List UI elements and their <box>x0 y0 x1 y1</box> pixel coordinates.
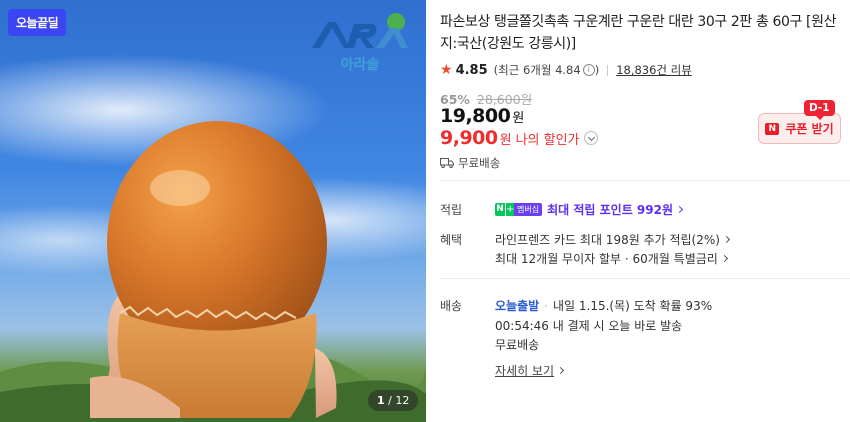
delivery-row: 오늘출발 · 내일 1.15.(목) 도착 확률 93% <box>495 298 713 314</box>
details-link[interactable]: 자세히 보기 <box>495 362 554 379</box>
divider <box>607 64 609 76</box>
delivery-fee: 무료배송 <box>495 338 540 352</box>
price-unit: 원 <box>512 111 525 126</box>
points-label: 적립 <box>440 203 463 217</box>
my-price-label: 나의 할인가 <box>515 133 580 148</box>
naver-n-icon: N <box>495 203 505 216</box>
sale-price: 19,800 <box>440 105 511 127</box>
image-page-counter: 1 / 12 <box>368 390 419 411</box>
product-title: 파손보상 탱글쫄깃촉촉 구운계란 구운란 대란 30구 2판 총 60구 [원산… <box>440 14 837 52</box>
naver-membership-badge: N + 멤버십 <box>495 203 543 216</box>
rating-recent: (최근 6개월 4.84 <box>493 63 581 77</box>
page-total: 12 <box>395 394 410 407</box>
coupon-label: 쿠폰 받기 <box>785 122 834 136</box>
chevron-right-icon <box>720 254 728 263</box>
section-divider <box>440 180 850 181</box>
delivery-label: 배송 <box>440 299 463 313</box>
chevron-right-icon <box>722 235 730 244</box>
benefit-card-text: 라인프렌즈 카드 최대 198원 추가 적립(2%) <box>495 233 720 247</box>
product-image[interactable]: 오늘끝딜 아라솔 1 / 12 <box>0 0 426 422</box>
benefit-label: 혜택 <box>440 233 463 247</box>
delivery-arrival: 내일 1.15.(목) 도착 확률 93% <box>553 299 713 313</box>
today-departure: 오늘출발 <box>495 299 540 313</box>
page-current: 1 <box>377 394 385 407</box>
plus-icon: + <box>505 203 515 216</box>
brand-logo-text: 아라솔 <box>340 57 380 73</box>
details-link-row[interactable]: 자세히 보기 <box>495 362 565 379</box>
naver-n-icon: N <box>765 122 780 135</box>
benefit-installment-row[interactable]: 최대 12개월 무이자 할부 · 60개월 특별금리 <box>495 250 728 267</box>
benefit-installment-text: 최대 12개월 무이자 할부 · 60개월 특별금리 <box>495 252 718 266</box>
membership-badge-text: 멤버십 <box>514 203 543 216</box>
my-price-unit: 원 <box>499 133 512 148</box>
price-row: 19,800 원 <box>440 105 524 127</box>
rating-value: 4.85 <box>455 62 488 78</box>
truck-icon <box>440 158 454 168</box>
rating-row: ★ 4.85 (최근 6개월 4.84 i ) 18,836건 리뷰 <box>440 62 692 78</box>
chevron-right-icon <box>556 366 565 375</box>
coupon-dday-badge: D-1 <box>804 100 835 120</box>
info-icon[interactable]: i <box>582 64 595 76</box>
chevron-right-icon <box>675 205 684 214</box>
free-shipping: 무료배송 <box>440 155 500 171</box>
points-text: 최대 적립 포인트 992원 <box>547 203 673 217</box>
my-price-row[interactable]: 9,900 원 나의 할인가 <box>440 127 598 149</box>
benefit-card-row[interactable]: 라인프렌즈 카드 최대 198원 추가 적립(2%) <box>495 231 730 248</box>
coupon-button[interactable]: N 쿠폰 받기 <box>758 113 841 144</box>
product-info-panel: 파손보상 탱글쫄깃촉촉 구운계란 구운란 대란 30구 2판 총 60구 [원산… <box>440 0 850 422</box>
points-row[interactable]: N + 멤버십 최대 적립 포인트 992원 <box>495 201 684 218</box>
review-count-link[interactable]: 18,836건 리뷰 <box>616 62 692 78</box>
free-shipping-text: 무료배송 <box>458 156 501 170</box>
section-divider <box>440 278 850 279</box>
today-deal-badge: 오늘끝딜 <box>8 9 67 36</box>
delivery-deadline: 00:54:46 내 결제 시 오늘 바로 발송 <box>495 319 683 333</box>
star-icon: ★ <box>440 62 453 78</box>
chevron-down-icon[interactable] <box>583 131 598 145</box>
egg-in-hand-illustration <box>90 121 337 418</box>
my-price: 9,900 <box>440 127 498 149</box>
